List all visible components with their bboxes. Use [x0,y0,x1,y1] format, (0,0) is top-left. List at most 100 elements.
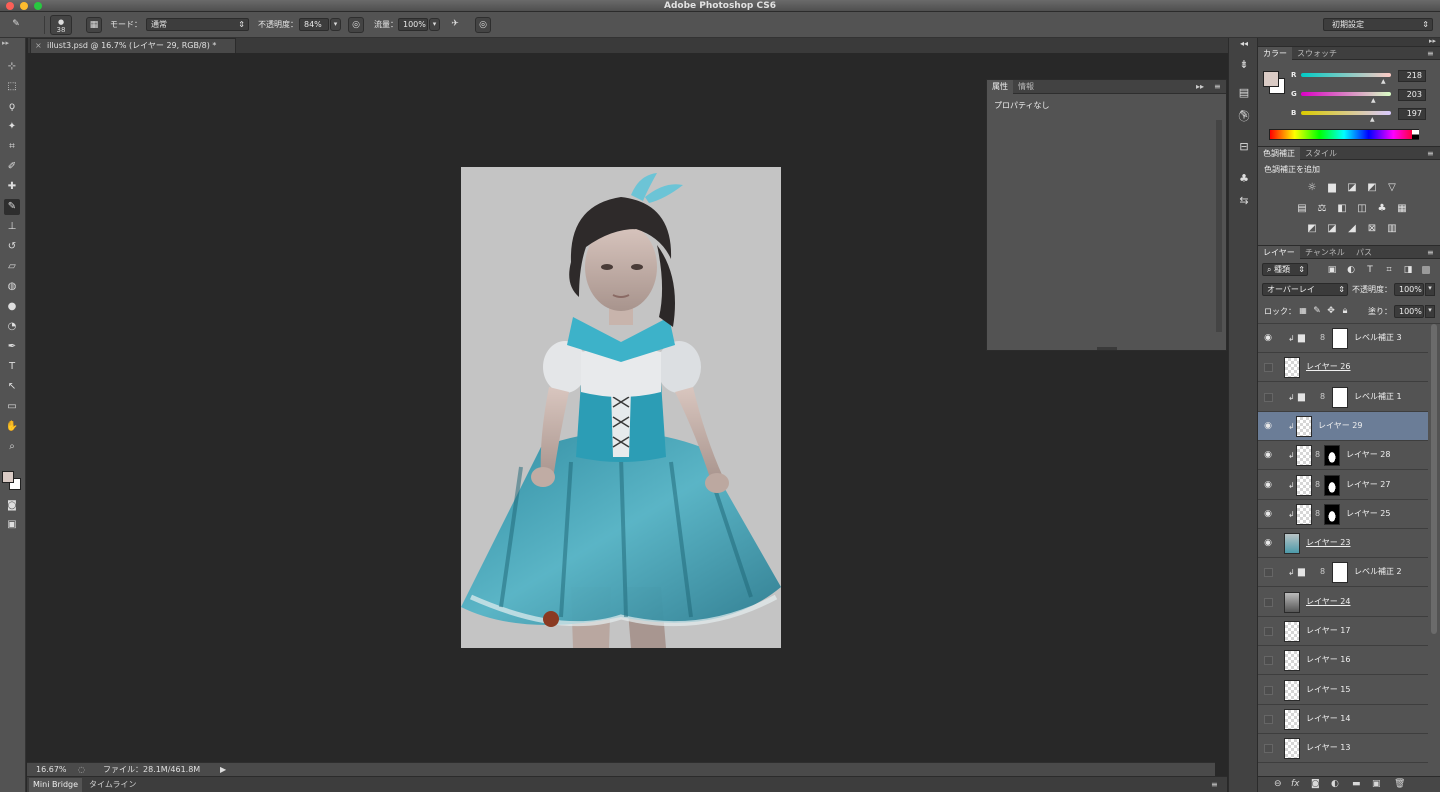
layer-name[interactable]: レベル補正 3 [1354,332,1402,343]
selective-color-icon[interactable]: ⊠ [1365,222,1379,236]
opacity-field[interactable]: 84% [299,18,329,31]
layer-row[interactable]: レイヤー 24 [1258,587,1428,617]
layer-name[interactable]: レイヤー 17 [1306,625,1350,636]
eye-icon[interactable]: ◉ [1262,538,1274,549]
layer-row[interactable]: レイヤー 13 [1258,734,1428,764]
clone-source-panel-icon[interactable]: ♣ [1235,170,1253,188]
quick-select-tool-icon[interactable]: ✦ [4,119,20,135]
tool-presets-panel-icon[interactable]: ⇆ [1235,192,1253,210]
layer-row[interactable]: レイヤー 17 [1258,617,1428,646]
status-icon[interactable]: ◌ [78,763,85,776]
layer-row[interactable]: ◉ ↲ 8 レイヤー 27 [1258,470,1428,500]
fill-dropdown-icon[interactable]: ▾ [1425,305,1435,318]
path-select-tool-icon[interactable]: ↖ [4,379,20,395]
filter-type-icon[interactable]: T [1363,263,1377,277]
delete-layer-icon[interactable]: 🗑︎ [1394,779,1405,789]
filter-adjustment-icon[interactable]: ◐ [1344,263,1358,277]
blur-tool-icon[interactable]: ● [4,299,20,315]
blend-mode-select[interactable]: オーバーレイ ⇕ [1262,283,1348,296]
tab-color[interactable]: カラー [1258,47,1292,60]
layer-row[interactable]: ◉ ↲ 8 レイヤー 25 [1258,499,1428,529]
new-layer-icon[interactable]: ▣ [1372,779,1381,789]
visibility-toggle[interactable] [1264,363,1273,373]
properties-scrollbar[interactable] [1216,120,1222,332]
tab-layers[interactable]: レイヤー [1258,246,1300,259]
layer-opacity-field[interactable]: 100% [1394,283,1424,296]
layer-name[interactable]: レイヤー 27 [1346,479,1390,490]
layer-row[interactable]: ◉ レイヤー 23 [1258,529,1428,559]
layer-mask-thumbnail[interactable] [1324,503,1340,525]
mode-select[interactable]: 通常 ⇕ [146,18,249,31]
levels-icon[interactable]: ▆ [1325,181,1339,195]
layer-name[interactable]: レイヤー 14 [1306,713,1350,724]
layer-mask-thumbnail[interactable] [1324,445,1340,467]
artwork-canvas[interactable] [461,167,781,648]
eraser-tool-icon[interactable]: ▱ [4,259,20,275]
brightness-contrast-icon[interactable]: ☼ [1305,181,1319,195]
tab-properties[interactable]: 属性 [987,80,1013,94]
flow-field[interactable]: 100% [398,18,428,31]
type-tool-icon[interactable]: T [4,359,20,375]
g-value-field[interactable]: 203 [1398,89,1426,101]
file-size-info[interactable]: ファイル：28.1M/461.8M [103,763,200,776]
lock-pixels-icon[interactable]: ✎ [1310,304,1324,318]
b-slider-thumb-icon[interactable]: ▲ [1370,116,1375,123]
layer-mask-thumbnail[interactable] [1332,562,1348,584]
layer-row[interactable]: レイヤー 26 [1258,353,1428,383]
layer-name[interactable]: レイヤー 13 [1306,742,1350,753]
close-icon[interactable]: × [35,39,42,53]
pen-tool-icon[interactable]: ✒ [4,339,20,355]
balance-icon[interactable]: ⚖ [1315,202,1329,216]
foreground-color-swatch[interactable] [1263,71,1279,87]
clone-stamp-tool-icon[interactable]: ⊥ [4,219,20,235]
channel-mixer-icon[interactable]: ♣ [1375,202,1389,216]
brush-preset-icon[interactable]: ✎ [8,17,24,33]
tab-mini-bridge[interactable]: Mini Bridge [29,778,83,792]
filter-pixel-icon[interactable]: ▣ [1325,263,1339,277]
color-lookup-icon[interactable]: ▦ [1395,202,1409,216]
curves-icon[interactable]: ◪ [1345,181,1359,195]
layers-scrollbar[interactable] [1431,324,1437,634]
layer-row[interactable]: レイヤー 14 [1258,704,1428,734]
fill-field[interactable]: 100% [1394,305,1424,318]
layer-name[interactable]: レイヤー 16 [1306,654,1350,665]
healing-tool-icon[interactable]: ✚ [4,179,20,195]
lasso-tool-icon[interactable]: ϙ [4,99,20,115]
tab-channels[interactable]: チャンネル [1300,246,1350,259]
layer-mask-thumbnail[interactable] [1324,474,1340,496]
workspace-select[interactable]: 初期設定 ⇕ [1323,18,1433,31]
eye-icon[interactable]: ◉ [1262,480,1274,491]
color-spectrum-bar[interactable] [1269,129,1419,140]
threshold-icon[interactable]: ◢ [1345,222,1359,236]
tab-swatches[interactable]: スウォッチ [1292,47,1342,60]
visibility-toggle[interactable] [1264,714,1273,724]
posterize-icon[interactable]: ◪ [1325,222,1339,236]
layer-row[interactable]: レイヤー 15 [1258,675,1428,705]
visibility-toggle[interactable] [1264,744,1273,754]
visibility-toggle[interactable] [1264,685,1273,695]
resize-grip[interactable] [1097,347,1117,350]
layer-name[interactable]: レイヤー 23 [1306,537,1350,548]
lock-position-icon[interactable]: ✥ [1324,304,1338,318]
dodge-tool-icon[interactable]: ◔ [4,319,20,335]
invert-icon[interactable]: ◩ [1305,222,1319,236]
exposure-icon[interactable]: ◩ [1365,181,1379,195]
collapse-icon[interactable]: ◂◂ [1235,39,1253,49]
airbrush-icon[interactable]: ✈ [447,17,463,33]
hand-tool-icon[interactable]: ✋ [4,419,20,435]
layer-mask-thumbnail[interactable] [1332,386,1348,408]
layer-name[interactable]: レイヤー 26 [1306,361,1350,372]
layer-filter-select[interactable]: ⌕ 種類 ⇕ [1262,263,1308,276]
collapse-icon[interactable]: ▸▸ [1191,80,1209,94]
eye-icon[interactable]: ◉ [1262,333,1274,344]
zoom-tool-icon[interactable]: ⌕ [4,439,20,455]
layer-opacity-dropdown-icon[interactable]: ▾ [1425,283,1435,296]
layer-style-icon[interactable]: fx [1291,779,1300,789]
tab-paths[interactable]: パス [1351,246,1377,259]
pressure-size-icon[interactable]: ◎ [475,17,491,33]
visibility-toggle[interactable] [1264,627,1273,636]
layer-row[interactable]: ↲ ▆ 8 レベル補正 2 [1258,558,1428,588]
filter-shape-icon[interactable]: ⌗ [1382,263,1396,277]
tab-timeline[interactable]: タイムライン [85,778,140,792]
quick-mask-icon[interactable]: ◙ [4,498,20,514]
